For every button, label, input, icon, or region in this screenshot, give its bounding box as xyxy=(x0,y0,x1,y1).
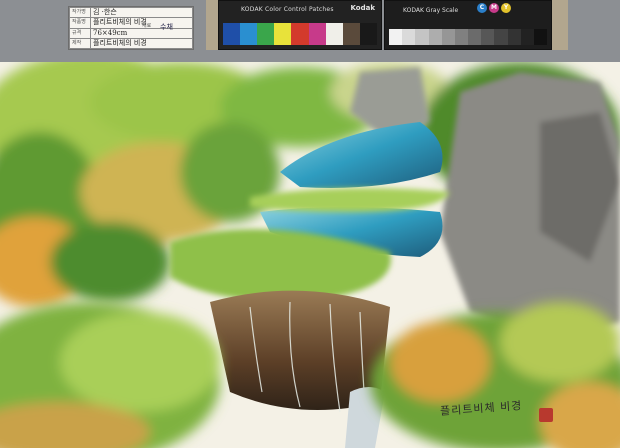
color-patch xyxy=(240,23,258,45)
label-key: 작가명 xyxy=(69,6,91,19)
label-extra-material: 수채 xyxy=(160,23,173,31)
color-patch xyxy=(308,23,326,45)
gray-step xyxy=(441,29,455,45)
color-patch xyxy=(291,23,309,45)
gray-step xyxy=(402,29,416,45)
cmy-dot: Y xyxy=(501,3,511,13)
gray-ramp xyxy=(389,29,548,45)
color-patch xyxy=(257,23,275,45)
cmy-dots: CMY xyxy=(477,3,511,13)
gray-step xyxy=(428,29,442,45)
label-key: 작품명 xyxy=(69,17,91,29)
gray-step xyxy=(454,29,469,45)
gray-step xyxy=(415,29,429,45)
kodak-color-patches: KODAK Color Control Patches Kodak xyxy=(218,0,382,50)
gray-step xyxy=(533,29,548,45)
color-patch xyxy=(359,23,377,45)
label-key: 제작 xyxy=(69,37,91,50)
color-patch xyxy=(342,23,360,45)
gray-step xyxy=(507,29,521,45)
color-patch xyxy=(325,23,343,45)
color-patch-strip xyxy=(223,23,377,45)
catalog-label-card: 작가명 김 ·한슨 작품명 플리트비체의 비경 규격 76×49cm 제작 플리트비체의… xyxy=(68,6,194,50)
label-value: 76×49cm xyxy=(90,27,193,39)
gray-step xyxy=(481,29,495,45)
label-extra-key: 재료 xyxy=(142,23,152,29)
label-row: 작품명 플리트비체의 비경 xyxy=(69,17,193,29)
catalog-label-table: 작가명 김 ·한슨 작품명 플리트비체의 비경 규격 76×49cm 제작 플리트비체의… xyxy=(69,6,193,50)
gray-step xyxy=(389,29,403,45)
color-patch xyxy=(223,23,241,45)
cmy-dot: M xyxy=(489,3,499,13)
label-row: 작가명 김 ·한슨 xyxy=(69,6,193,19)
color-target-title: KODAK Color Control Patches xyxy=(241,6,334,13)
artist-seal xyxy=(539,408,553,422)
kodak-gray-scale: KODAK Gray Scale CMY xyxy=(384,0,552,50)
cmy-dot: C xyxy=(477,3,487,13)
gray-step xyxy=(468,29,482,45)
color-patch xyxy=(274,23,292,45)
gray-target-title: KODAK Gray Scale xyxy=(403,7,459,14)
label-value: 플리트비체의 비경 xyxy=(90,37,193,50)
gray-step xyxy=(520,29,534,45)
kodak-logo: Kodak xyxy=(350,4,376,12)
label-value: 김 ·한슨 xyxy=(90,6,193,19)
label-row: 제작 플리트비체의 비경 xyxy=(69,37,193,50)
gray-step xyxy=(494,29,508,45)
watercolor-painting xyxy=(0,62,620,448)
label-row: 규격 76×49cm xyxy=(69,27,193,39)
label-key: 규격 xyxy=(69,27,91,39)
